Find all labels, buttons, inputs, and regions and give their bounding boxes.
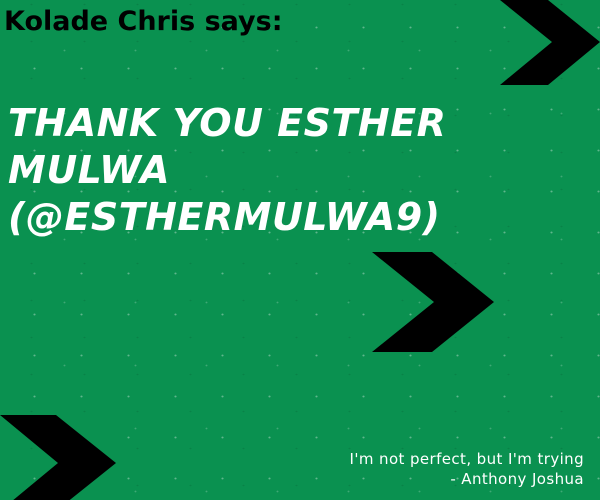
quote-block: I'm not perfect, but I'm trying - Anthon…	[350, 449, 584, 489]
chevron-arrow-icon	[0, 415, 116, 500]
headline-line: MULWA	[8, 148, 171, 192]
thank-you-headline: THANK YOU ESTHER MULWA (@ESTHERMULWA9)	[8, 100, 568, 241]
quote-text: I'm not perfect, but I'm trying	[349, 450, 584, 468]
chevron-arrow-icon	[372, 252, 494, 352]
headline-line: (@ESTHERMULWA9)	[8, 195, 441, 239]
quote-author: - Anthony Joshua	[450, 470, 584, 488]
headline-line: THANK YOU ESTHER	[8, 101, 447, 145]
speaker-heading: Kolade Chris says:	[4, 6, 283, 37]
chevron-arrow-icon	[500, 0, 600, 85]
quote-card: { "card": { "speaker": "Kolade Chris say…	[0, 0, 600, 500]
